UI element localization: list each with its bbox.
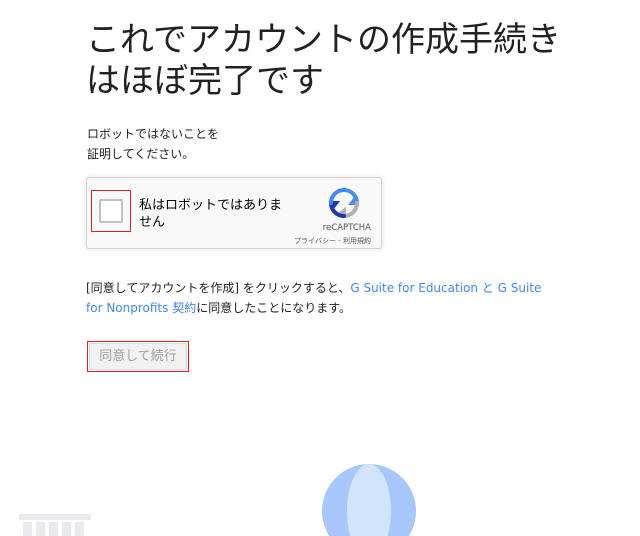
agreement-text: [同意してアカウントを作成] をクリックすると、G Suite for Educ…: [86, 278, 556, 318]
recaptcha-checkbox[interactable]: [99, 199, 123, 223]
recaptcha-label: 私はロボットではありません: [139, 198, 283, 230]
globe-illustration-icon: [322, 464, 416, 536]
agreement-suffix: に同意したことになります。: [196, 301, 352, 315]
agreement-prefix: [同意してアカウントを作成] をクリックすると、: [86, 281, 351, 295]
continue-button-highlight: 同意して続行: [87, 341, 189, 372]
page-title: これでアカウントの作成手続きはほぼ完了です: [86, 20, 561, 101]
recaptcha-brand: reCAPTCHA: [322, 223, 371, 233]
bench-illustration-icon: [19, 514, 91, 536]
robot-instructions: ロボットではないことを 証明してください。: [87, 127, 220, 161]
agreement-and: と: [477, 281, 498, 295]
agree-continue-button[interactable]: 同意して続行: [89, 343, 187, 370]
recaptcha-widget: 私はロボットではありません reCAPTCHA プライバシー - 利用規約: [86, 177, 382, 249]
page: これでアカウントの作成手続きはほぼ完了です ロボットではないことを 証明してくだ…: [0, 0, 640, 536]
recaptcha-privacy-terms-link[interactable]: プライバシー - 利用規約: [294, 236, 371, 246]
g-suite-education-link[interactable]: G Suite for Education: [350, 281, 478, 295]
recaptcha-logo-icon: [328, 188, 360, 219]
recaptcha-checkbox-highlight: [91, 190, 131, 232]
